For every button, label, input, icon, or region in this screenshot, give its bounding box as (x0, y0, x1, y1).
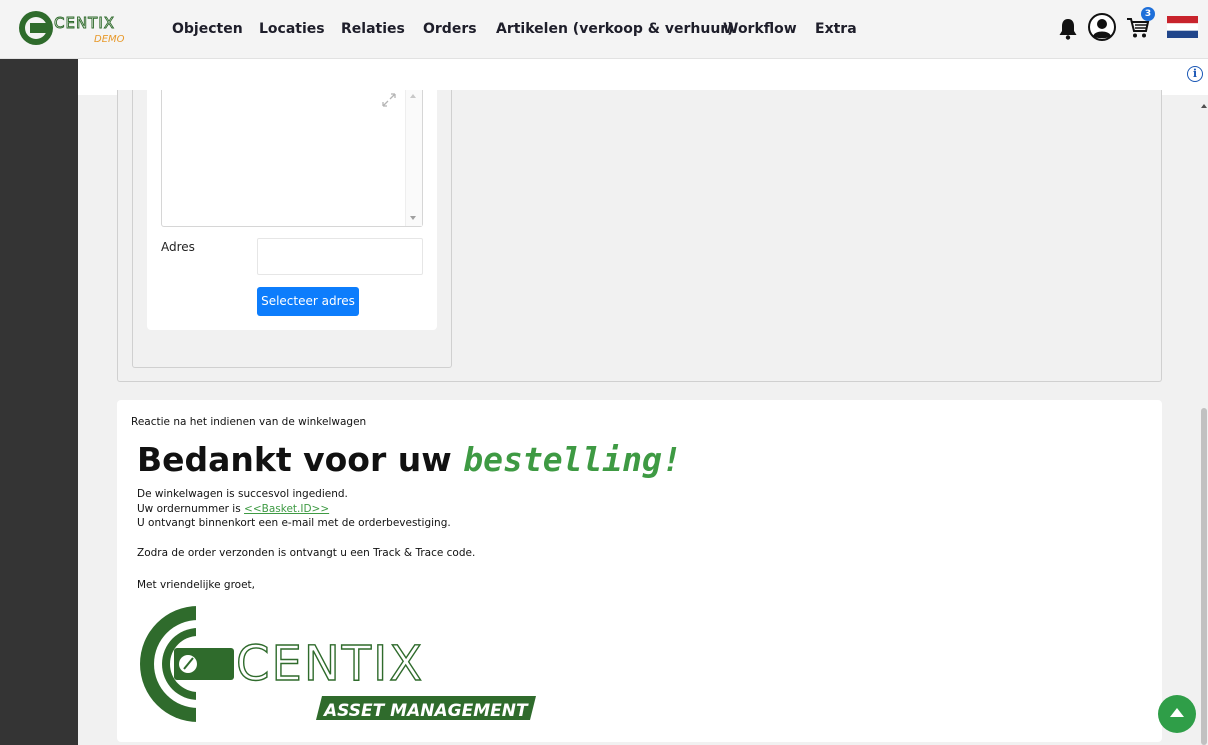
message-line-5: Met vriendelijke groet, (137, 579, 256, 591)
message-line-2: Uw ordernummer is <<Basket.ID>> (137, 503, 329, 515)
message-line-1: De winkelwagen is succesvol ingediend. (137, 488, 348, 500)
notes-textarea[interactable] (161, 90, 423, 227)
centix-logo[interactable]: CENTIX DEMO (14, 6, 144, 50)
scroll-up-arrow-icon[interactable] (1201, 104, 1207, 108)
logo-demo-text: DEMO (94, 34, 125, 45)
scroll-to-top-button[interactable] (1158, 695, 1196, 733)
left-sidebar (0, 59, 78, 745)
heading-emphasis: bestelling! (463, 440, 682, 479)
logo-text: CENTIX (54, 14, 115, 32)
logo-wordmark: CENTIX (236, 636, 424, 692)
user-icon[interactable] (1088, 13, 1116, 41)
scrollbar-thumb[interactable] (1201, 408, 1207, 745)
adres-field[interactable] (257, 238, 423, 275)
top-navbar: CENTIX DEMO Objecten Locaties Relaties O… (0, 0, 1208, 59)
expand-icon[interactable] (381, 92, 397, 108)
nav-relaties[interactable]: Relaties (341, 21, 405, 37)
adres-label: Adres (161, 240, 195, 254)
message-line-3: U ontvangt binnenkort een e-mail met de … (137, 517, 451, 529)
centix-asset-management-logo: CENTIX ASSET MANAGEMENT (140, 606, 536, 722)
message-line-4: Zodra de order verzonden is ontvangt u e… (137, 547, 476, 559)
textarea-scroll-down-icon[interactable] (410, 216, 416, 220)
textarea-scrollbar[interactable] (405, 90, 422, 226)
logo-tagline: ASSET MANAGEMENT (322, 701, 529, 721)
nav-artikelen[interactable]: Artikelen (verkoop & verhuur) (496, 21, 734, 37)
nav-objecten[interactable]: Objecten (172, 21, 243, 37)
order-number-label: Uw ordernummer is (137, 503, 245, 515)
nav-workflow[interactable]: Workflow (723, 21, 797, 37)
heading-main: Bedankt voor uw (137, 440, 464, 479)
textarea-scroll-up-icon[interactable] (410, 94, 416, 98)
thank-you-heading: Bedankt voor uw bestelling! (137, 440, 682, 479)
flag-nl-icon[interactable] (1167, 16, 1198, 38)
basket-id-link[interactable]: <<Basket.ID>> (244, 503, 329, 515)
bell-icon[interactable] (1058, 18, 1078, 40)
section-label: Reactie na het indienen van de winkelwag… (131, 416, 367, 428)
cart-count-badge: 3 (1141, 7, 1155, 21)
nav-orders[interactable]: Orders (423, 21, 477, 37)
select-address-button[interactable]: Selecteer adres (257, 287, 359, 316)
info-icon[interactable]: i (1187, 66, 1203, 82)
nav-locaties[interactable]: Locaties (259, 21, 325, 37)
nav-extra[interactable]: Extra (815, 21, 857, 37)
